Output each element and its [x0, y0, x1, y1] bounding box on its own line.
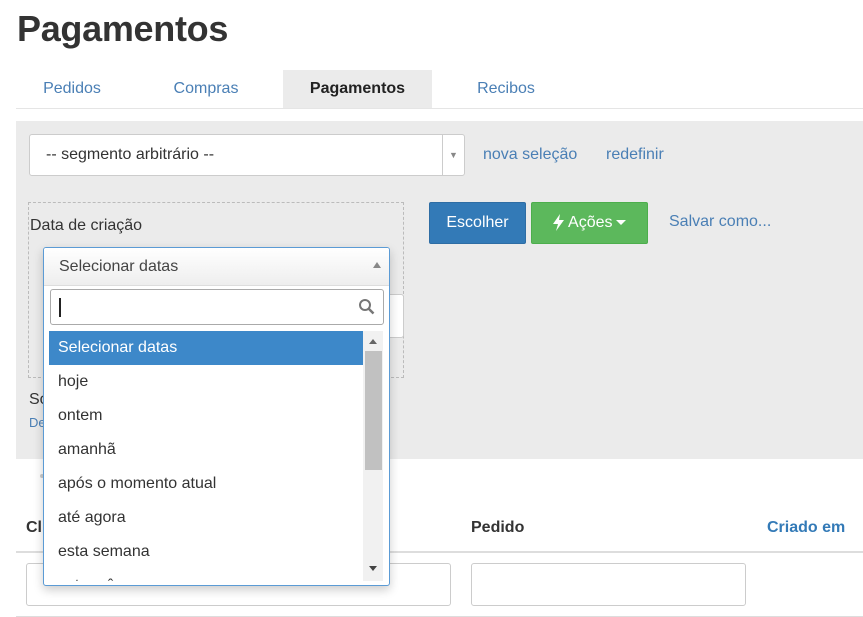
- option-este-mes[interactable]: este mês: [49, 569, 363, 581]
- option-amanha[interactable]: amanhã: [49, 433, 363, 467]
- option-apos-momento-atual[interactable]: após o momento atual: [49, 467, 363, 501]
- column-header-criado-em[interactable]: Criado em: [767, 519, 845, 537]
- new-selection-link[interactable]: nova seleção: [483, 146, 577, 164]
- column-header-cliente: Cl: [26, 519, 42, 536]
- dropdown-options: Selecionar datas hoje ontem amanhã após …: [49, 331, 363, 581]
- tab-compras[interactable]: Compras: [150, 70, 262, 108]
- scroll-down-icon[interactable]: [369, 566, 377, 571]
- segment-select-value: -- segmento arbitrário --: [46, 146, 215, 163]
- search-icon: [359, 299, 375, 315]
- caret-down-icon: [615, 220, 626, 226]
- lightning-icon: [553, 214, 565, 232]
- page-title: Pagamentos: [17, 8, 229, 49]
- chevron-up-icon: [373, 262, 381, 268]
- criteria-label: Data de criação: [30, 217, 143, 234]
- actions-button[interactable]: Ações: [531, 202, 648, 244]
- text-cursor: [59, 298, 61, 317]
- option-esta-semana[interactable]: esta semana: [49, 535, 363, 569]
- tab-bar: Pedidos Compras Pagamentos Recibos: [16, 70, 863, 109]
- dropdown-search-input[interactable]: [57, 294, 347, 320]
- chevron-down-icon: ▼: [442, 135, 464, 175]
- dropdown-search[interactable]: [50, 289, 384, 325]
- order-filter-input[interactable]: [471, 563, 746, 606]
- date-select[interactable]: Selecionar datas: [44, 248, 389, 286]
- choose-button[interactable]: Escolher: [429, 202, 526, 244]
- column-header-pedido: Pedido: [471, 519, 525, 536]
- scroll-thumb[interactable]: [365, 351, 382, 470]
- tab-pagamentos[interactable]: Pagamentos: [283, 70, 432, 108]
- save-as-link[interactable]: Salvar como...: [669, 213, 771, 231]
- actions-button-label: Ações: [568, 214, 613, 231]
- option-ate-agora[interactable]: até agora: [49, 501, 363, 535]
- segment-select[interactable]: -- segmento arbitrário -- ▼: [29, 134, 465, 176]
- tab-pedidos[interactable]: Pedidos: [16, 70, 128, 108]
- reset-link[interactable]: redefinir: [606, 146, 664, 164]
- option-hoje[interactable]: hoje: [49, 365, 363, 399]
- dropdown-scrollbar[interactable]: [363, 331, 383, 581]
- option-ontem[interactable]: ontem: [49, 399, 363, 433]
- date-select-dropdown[interactable]: Selecionar datas Selecionar datas hoje o…: [43, 247, 390, 586]
- option-selecionar-datas[interactable]: Selecionar datas: [49, 331, 363, 365]
- scroll-up-icon[interactable]: [369, 339, 377, 344]
- date-select-value: Selecionar datas: [59, 258, 179, 275]
- tab-recibos[interactable]: Recibos: [450, 70, 562, 108]
